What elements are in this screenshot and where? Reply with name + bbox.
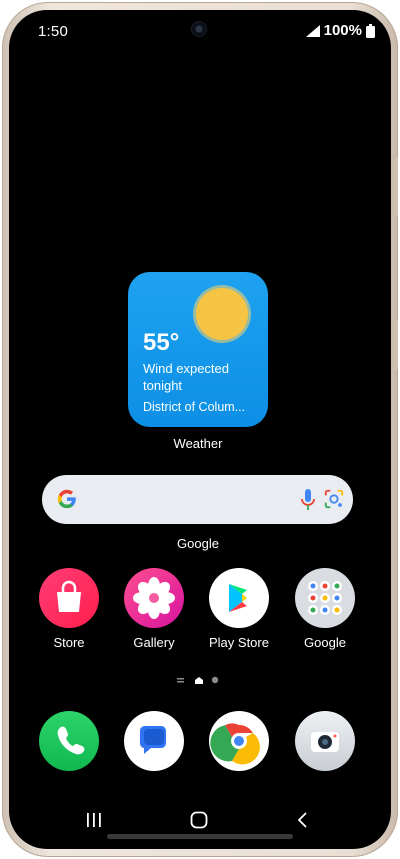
page-indicator[interactable] [175,674,225,686]
battery-icon [366,23,375,38]
google-g-icon [57,489,76,509]
signal-icon [305,24,320,37]
status-indicators: 100% [305,22,375,39]
dock-messages[interactable] [115,711,193,771]
messages-icon [124,711,184,771]
play-store-icon [209,568,269,628]
app-google-folder[interactable]: Google [286,568,364,650]
chrome-icon [209,711,269,771]
weather-condition: Wind expected tonight [143,361,229,393]
weather-widget[interactable]: 55° Wind expected tonight District of Co… [128,272,268,427]
app-label: Store [53,635,85,650]
back-icon[interactable] [296,811,308,829]
app-gallery[interactable]: Gallery [115,568,193,650]
app-store[interactable]: Store [30,568,108,650]
status-time: 1:50 [38,23,68,40]
dock-phone[interactable] [30,711,108,771]
weather-widget-label: Weather [173,436,223,451]
power-button [394,320,398,370]
phone-icon [39,711,99,771]
weather-temperature: 55° [143,329,180,356]
weather-location: District of Colum... [143,400,246,414]
store-icon [39,568,99,628]
gallery-icon [124,568,184,628]
camera-icon [295,711,355,771]
battery-level: 100% [323,22,362,39]
google-folder-icon [295,568,355,628]
search-widget-label: Google [177,536,219,551]
app-label: Google [304,635,346,650]
volume-button [394,157,398,217]
app-label: Gallery [133,635,175,650]
google-lens-icon[interactable] [323,488,345,510]
voice-search-icon[interactable] [300,488,316,512]
front-camera [192,22,206,36]
recent-apps-icon[interactable] [86,812,102,828]
dock-camera[interactable] [286,711,364,771]
home-icon[interactable] [190,811,208,829]
dock-chrome[interactable] [200,711,278,771]
status-bar: 1:50 100% [9,10,391,44]
app-play-store[interactable]: Play Store [200,568,278,650]
google-search-bar[interactable] [42,475,353,524]
sun-icon [196,288,248,340]
home-screen: 1:50 100% 55° Wind expected tonight Dist… [9,10,391,849]
gesture-handle[interactable] [107,834,293,839]
app-label: Play Store [209,635,269,650]
